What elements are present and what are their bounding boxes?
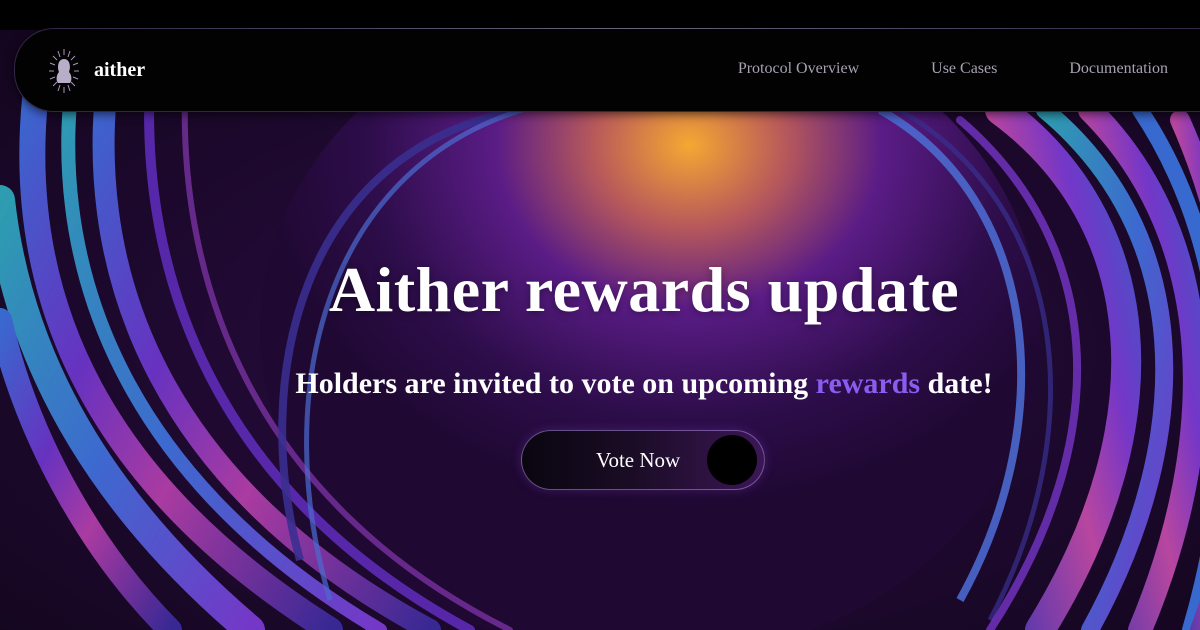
hero-title: Aither rewards update	[328, 254, 960, 325]
vote-now-label: Vote Now	[596, 448, 681, 472]
page: aither Protocol Overview Use Cases Docum…	[0, 0, 1200, 630]
button-knob-icon	[707, 435, 757, 485]
nav-link-documentation[interactable]: Documentation	[1069, 60, 1168, 78]
navbar-divider	[60, 28, 1200, 29]
hero-subtitle-accent: rewards	[815, 367, 921, 400]
brand-name: aither	[94, 58, 146, 81]
hero-subtitle: Holders are invited to vote on upcoming …	[0, 364, 1200, 404]
hero-subtitle-start: Holders are invited to vote on upcoming	[295, 367, 816, 400]
top-strip	[0, 0, 1200, 30]
vote-now-button[interactable]: Vote Now	[521, 430, 765, 490]
nav-link-use-cases[interactable]: Use Cases	[931, 60, 997, 78]
hero-subtitle-end: date!	[920, 367, 993, 400]
brand[interactable]: aither	[44, 45, 145, 95]
aither-logo-icon	[49, 49, 79, 93]
main-nav: Protocol Overview Use Cases Documentatio…	[666, 60, 1168, 78]
nav-link-protocol-overview[interactable]: Protocol Overview	[738, 60, 859, 78]
